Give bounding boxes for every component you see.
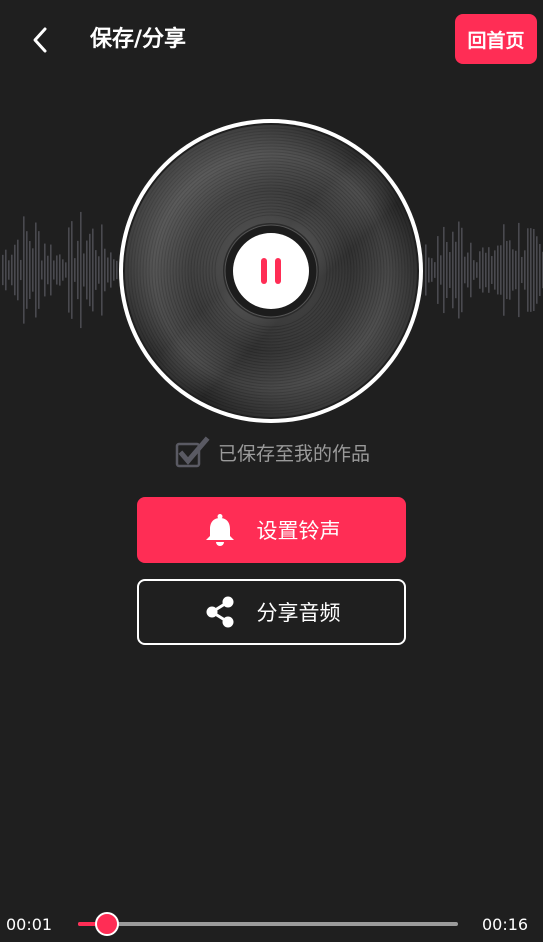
- waveform-bar: [491, 256, 493, 284]
- waveform-bar: [80, 211, 82, 329]
- share-audio-label: 分享音频: [256, 601, 341, 625]
- waveform-bar: [512, 249, 514, 291]
- waveform-bar: [539, 243, 541, 297]
- waveform-bar: [98, 256, 100, 284]
- waveform-bar: [461, 227, 463, 313]
- waveform-bar: [518, 222, 520, 318]
- waveform-bar: [443, 226, 445, 314]
- waveform-bar: [77, 240, 79, 300]
- waveform-bar: [533, 228, 535, 312]
- waveform-bar: [89, 233, 91, 307]
- page-title: 保存/分享: [90, 27, 187, 52]
- waveform-bar: [449, 252, 451, 288]
- waveform-bar: [44, 243, 46, 297]
- waveform-bar: [488, 247, 490, 293]
- waveform-bar: [440, 255, 442, 285]
- waveform-bar: [107, 257, 109, 283]
- waveform-bar: [497, 245, 499, 295]
- home-button[interactable]: 回首页: [455, 14, 537, 64]
- waveform-bar: [5, 249, 7, 291]
- waveform-bar: [56, 255, 58, 285]
- waveform-bar: [32, 248, 34, 292]
- waveform-bar: [521, 256, 523, 284]
- play-pause-button[interactable]: [233, 233, 309, 309]
- bell-icon: [203, 513, 237, 547]
- waveform-bar: [110, 252, 112, 288]
- waveform-bar: [506, 240, 508, 300]
- waveform-bar: [104, 248, 106, 292]
- waveform-bar: [503, 224, 505, 316]
- waveform-bar: [2, 254, 4, 286]
- set-ringtone-button[interactable]: 设置铃声: [137, 497, 406, 563]
- waveform-bar: [485, 252, 487, 288]
- waveform-bar: [425, 244, 427, 296]
- waveform-bar: [467, 252, 469, 288]
- waveform-bar: [68, 227, 70, 313]
- waveform-bar: [509, 240, 511, 300]
- waveform-bar: [479, 251, 481, 289]
- waveform-bar: [38, 231, 40, 309]
- waveform-bar: [86, 240, 88, 300]
- waveform-bar: [455, 241, 457, 299]
- vinyl-disc: [118, 118, 424, 424]
- waveform-bar: [50, 244, 52, 296]
- waveform-bar: [20, 259, 22, 281]
- waveform-bar: [494, 250, 496, 290]
- waveform-bar: [101, 224, 103, 316]
- waveform-bar: [11, 254, 13, 286]
- waveform-bar: [536, 236, 538, 304]
- waveform-bar: [113, 259, 115, 281]
- waveform-bar: [47, 255, 49, 285]
- waveform-bar: [83, 253, 85, 287]
- waveform-bar: [8, 260, 10, 280]
- waveform-bar: [428, 257, 430, 283]
- saved-status-text: 已保存至我的作品: [218, 442, 371, 465]
- waveform-bar: [515, 250, 517, 290]
- waveform-bar: [14, 244, 16, 296]
- waveform-bar: [74, 258, 76, 282]
- waveform-bar: [458, 221, 460, 319]
- current-time: 00:01: [6, 915, 53, 934]
- waveform-bar: [62, 259, 64, 281]
- share-icon: [203, 595, 237, 629]
- waveform-bar: [464, 256, 466, 284]
- waveform-bar: [500, 245, 502, 295]
- waveform-bar: [527, 228, 529, 312]
- waveform-bar: [71, 221, 73, 319]
- waveform-bar: [446, 241, 448, 299]
- waveform-bar: [53, 260, 55, 280]
- waveform-bar: [41, 260, 43, 280]
- share-audio-button[interactable]: 分享音频: [137, 579, 406, 645]
- waveform-bar: [29, 241, 31, 299]
- waveform-bar: [482, 247, 484, 293]
- waveform-bar: [524, 250, 526, 290]
- waveform-bar: [65, 262, 67, 278]
- waveform-bar: [95, 250, 97, 290]
- back-button[interactable]: [22, 22, 58, 58]
- waveform-bar: [452, 231, 454, 309]
- chevron-left-icon: [33, 27, 47, 53]
- waveform-bar: [23, 216, 25, 324]
- saved-indicator: 已保存至我的作品: [174, 436, 370, 468]
- checkbox-checked-icon: [175, 436, 210, 468]
- waveform-bar: [470, 242, 472, 298]
- waveform-bar: [26, 231, 28, 309]
- waveform-bar: [431, 258, 433, 282]
- pause-icon: [261, 258, 281, 284]
- waveform-bar: [476, 262, 478, 278]
- waveform-bar: [17, 239, 19, 301]
- waveform-bar: [437, 236, 439, 304]
- progress-slider[interactable]: [78, 912, 458, 936]
- top-bar: 保存/分享 回首页: [0, 0, 543, 78]
- total-time: 00:16: [482, 915, 529, 934]
- waveform-bar: [92, 228, 94, 312]
- waveform-bar: [59, 254, 61, 286]
- waveform-bar: [434, 262, 436, 278]
- set-ringtone-label: 设置铃声: [256, 519, 341, 543]
- progress-thumb[interactable]: [94, 912, 119, 936]
- waveform-bar: [530, 228, 532, 312]
- waveform-bar: [35, 222, 37, 318]
- waveform-bar: [473, 260, 475, 280]
